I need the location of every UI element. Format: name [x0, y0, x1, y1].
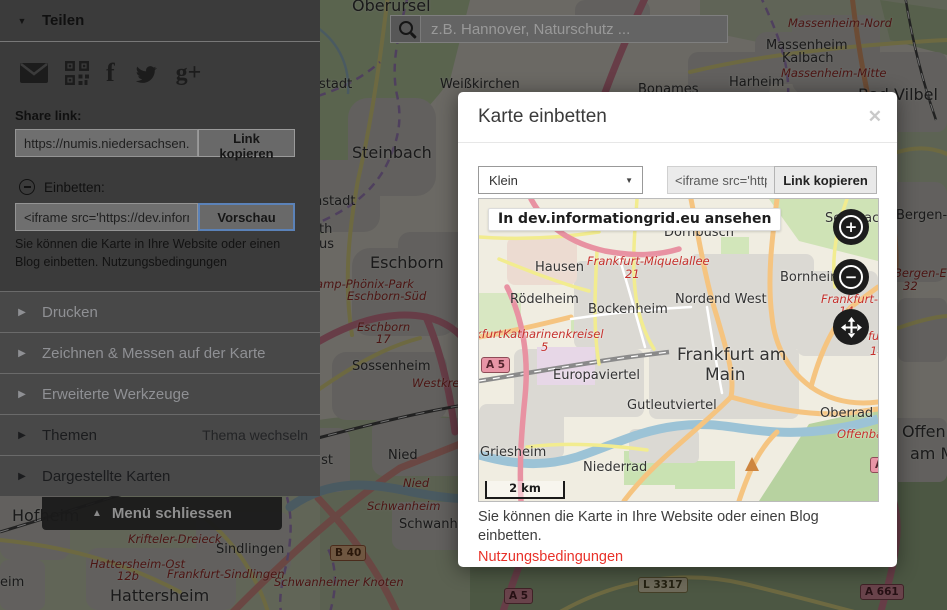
preview-banner: In dev.informationgrid.eu ansehen: [488, 208, 781, 231]
road-shield: A 6: [870, 457, 879, 473]
embed-hint: Sie können die Karte in Ihre Website ode…: [478, 508, 877, 546]
map-label: fur: [868, 329, 879, 343]
copy-link-button[interactable]: Link kopieren: [198, 129, 295, 157]
map-label: Katharinenkreisel: [503, 327, 604, 341]
embed-map-preview[interactable]: SeckbachDornbuschHausenFrankfurt-Miquela…: [478, 198, 879, 502]
map-label: 5: [541, 340, 548, 354]
size-select-value: Klein: [489, 173, 518, 188]
map-label: Nordend West: [675, 292, 767, 307]
triangle-right-icon: ▶: [10, 389, 34, 400]
embed-map-dialog: Karte einbetten ✕ Klein ▼ Link kopieren: [458, 92, 897, 567]
share-link-label: Share link:: [0, 88, 320, 129]
sidebar-item-drucken[interactable]: ▶ Drucken: [0, 291, 320, 332]
triangle-right-icon: ▶: [10, 348, 34, 359]
google-plus-icon[interactable]: g+: [176, 62, 202, 84]
preview-button[interactable]: Vorschau: [198, 203, 295, 231]
close-icon[interactable]: ✕: [868, 107, 882, 127]
share-section-body: f g+ Share link: Link kopieren Einbetten…: [0, 42, 320, 291]
embed-code-input[interactable]: [667, 166, 775, 194]
search-input[interactable]: [421, 16, 727, 42]
map-label: Niederrad: [583, 460, 647, 475]
sidebar-item-zeichnen-messen[interactable]: ▶ Zeichnen & Messen auf der Karte: [0, 332, 320, 373]
qr-code-icon[interactable]: [65, 61, 89, 85]
map-label: Hausen: [535, 260, 584, 275]
minus-icon: −: [839, 265, 863, 289]
menu-close-button[interactable]: ▲ Menü schliessen: [42, 497, 282, 530]
terms-link[interactable]: Nutzungsbedingungen: [478, 549, 623, 565]
pan-button[interactable]: [833, 309, 869, 345]
map-label: Rödelheim: [510, 292, 579, 307]
map-label: Frankfurt-Miquelallee: [587, 254, 710, 268]
twitter-icon[interactable]: [132, 62, 159, 85]
sidebar-item-themen[interactable]: ▶ Themen Thema wechseln: [0, 414, 320, 455]
search-bar: [390, 15, 728, 43]
facebook-icon[interactable]: f: [106, 62, 115, 84]
email-icon[interactable]: [20, 62, 48, 84]
share-section-title: Teilen: [42, 12, 84, 29]
map-label: Gutleutviertel: [627, 398, 717, 413]
plus-icon: +: [839, 215, 863, 239]
share-link-input[interactable]: [15, 129, 198, 157]
map-label: kfurt: [478, 327, 502, 341]
theme-switch-button[interactable]: Thema wechseln: [202, 427, 308, 443]
map-label: Oberrad: [820, 406, 873, 421]
preview-map-labels: SeckbachDornbuschHausenFrankfurt-Miquela…: [479, 199, 878, 501]
triangle-up-icon: ▲: [92, 508, 102, 519]
zoom-out-button[interactable]: −: [833, 259, 869, 295]
map-label: 21: [625, 267, 640, 281]
scale-bar: 2 km: [485, 481, 565, 499]
map-label: Europaviertel: [553, 368, 640, 383]
collapse-icon[interactable]: [19, 179, 35, 195]
search-icon[interactable]: [391, 16, 421, 42]
sidebar-item-dargestellte-karten[interactable]: ▶ Dargestellte Karten: [0, 455, 320, 496]
map-label: Bockenheim: [588, 302, 668, 317]
copy-link-button[interactable]: Link kopieren: [774, 166, 877, 194]
menu-panel: ▼ Teilen f g+ Share link: Link kopier: [0, 0, 320, 496]
map-label: Frankfurt am: [677, 345, 786, 365]
map-label: 14: [870, 344, 879, 358]
app-window: OberurselKalbachWeißkirchenBonamesHarhei…: [0, 0, 947, 610]
size-select[interactable]: Klein ▼: [478, 166, 643, 194]
sidebar-item-erweiterte-werkzeuge[interactable]: ▶ Erweiterte Werkzeuge: [0, 373, 320, 414]
embed-label: Einbetten:: [44, 180, 105, 195]
share-section-header[interactable]: ▼ Teilen: [0, 0, 320, 42]
zoom-in-button[interactable]: +: [833, 209, 869, 245]
embed-hint: Sie können die Karte in Ihre Website ode…: [0, 231, 320, 277]
road-shield: A 5: [481, 357, 510, 373]
caret-down-icon: ▼: [625, 176, 633, 185]
embed-code-input[interactable]: [15, 203, 198, 231]
dialog-title: Karte einbetten: [478, 106, 607, 128]
map-label: Offenbach: [837, 427, 879, 441]
map-label: Griesheim: [480, 445, 546, 460]
map-label: Main: [705, 365, 746, 385]
triangle-right-icon: ▶: [10, 307, 34, 318]
triangle-down-icon: ▼: [10, 16, 34, 26]
triangle-right-icon: ▶: [10, 471, 34, 482]
move-icon: [840, 316, 862, 338]
triangle-right-icon: ▶: [10, 430, 34, 441]
